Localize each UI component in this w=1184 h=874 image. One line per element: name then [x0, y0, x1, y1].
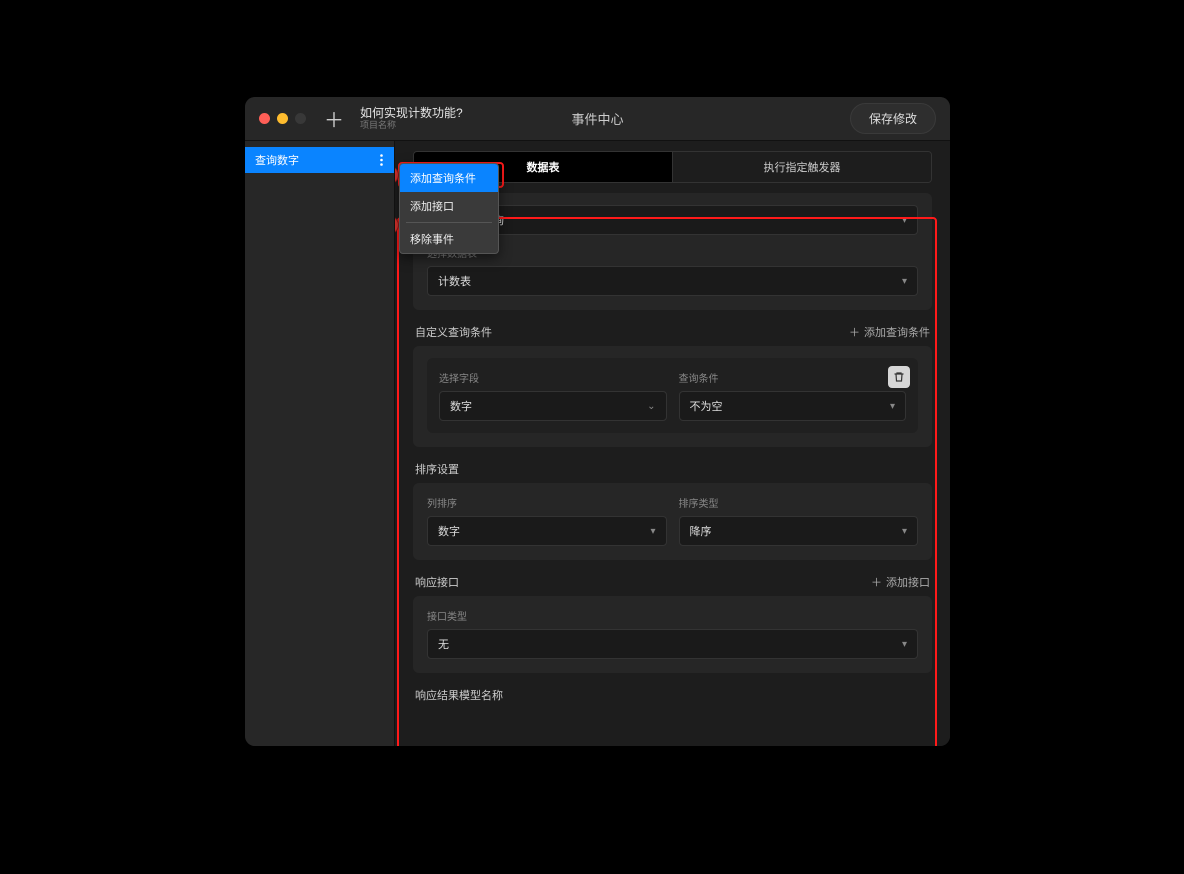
- query-panel: 选择字段 数字 ⌄ 查询条件 不为空 ▾: [413, 346, 932, 447]
- tab-label: 执行指定触发器: [764, 159, 841, 175]
- section-header: 响应接口 ＋ 添加接口: [413, 570, 932, 596]
- condition-fields: 选择字段 数字 ⌄ 查询条件 不为空 ▾: [439, 370, 906, 421]
- context-menu-remove-event[interactable]: 移除事件: [400, 225, 498, 253]
- interface-type-label: 接口类型: [427, 608, 918, 623]
- sort-type-select[interactable]: 降序 ▾: [679, 516, 919, 546]
- sort-type-label: 排序类型: [679, 495, 919, 510]
- chevron-down-icon: ▾: [902, 215, 907, 226]
- sort-fields: 列排序 数字 ▾ 排序类型 降序 ▾: [427, 495, 918, 546]
- select-value: 不为空: [690, 398, 723, 414]
- section-title: 响应结果模型名称: [415, 687, 503, 703]
- fullscreen-window-icon[interactable]: [295, 113, 306, 124]
- datatable-label: 选择数据表: [427, 245, 918, 260]
- main-panel: 数据表 执行指定触发器 单表数据查询 ▾ 选择数据表 计数表 ▾: [395, 141, 950, 746]
- select-value: 数字: [438, 523, 460, 539]
- plus-icon: ＋: [849, 324, 860, 340]
- ctx-label: 移除事件: [410, 234, 454, 246]
- chevron-down-icon: ▾: [890, 401, 895, 412]
- context-menu: 添加查询条件 添加接口 移除事件: [399, 163, 499, 254]
- app-window: ＋ 如何实现计数功能? 项目名称 事件中心 保存修改 查询数字 数据表: [245, 97, 950, 746]
- ctx-label: 添加接口: [410, 201, 454, 213]
- select-value: 计数表: [438, 273, 471, 289]
- field-select[interactable]: 数字 ⌄: [439, 391, 667, 421]
- datatable-select[interactable]: 计数表 ▾: [427, 266, 918, 296]
- section-title: 自定义查询条件: [415, 324, 492, 340]
- section-header: 响应结果模型名称: [413, 683, 932, 709]
- section-header: 排序设置: [413, 457, 932, 483]
- sidebar-item-label: 查询数字: [255, 152, 299, 168]
- add-label: 添加接口: [886, 574, 930, 590]
- chevron-down-icon: ⌄: [647, 401, 655, 412]
- plus-icon: ＋: [871, 574, 882, 590]
- query-condition-row: 选择字段 数字 ⌄ 查询条件 不为空 ▾: [427, 358, 918, 433]
- title-stack: 如何实现计数功能? 项目名称: [360, 106, 463, 131]
- sort-column-select[interactable]: 数字 ▾: [427, 516, 667, 546]
- minimize-window-icon[interactable]: [277, 113, 288, 124]
- sort-panel: 列排序 数字 ▾ 排序类型 降序 ▾: [413, 483, 932, 560]
- body: 查询数字 数据表 执行指定触发器 单表数据查询: [245, 141, 950, 746]
- select-value: 降序: [690, 523, 712, 539]
- add-label: 添加查询条件: [864, 324, 930, 340]
- section-title: 响应接口: [415, 574, 459, 590]
- interface-type-select[interactable]: 无 ▾: [427, 629, 918, 659]
- context-menu-separator: [406, 222, 492, 223]
- project-title: 如何实现计数功能?: [360, 106, 463, 120]
- field-label: 选择字段: [439, 370, 667, 385]
- more-icon[interactable]: [374, 153, 388, 167]
- section-title: 排序设置: [415, 461, 459, 477]
- titlebar: ＋ 如何实现计数功能? 项目名称 事件中心 保存修改: [245, 97, 950, 141]
- sidebar: 查询数字: [245, 141, 395, 746]
- window-title: 事件中心: [245, 109, 950, 128]
- delete-condition-button[interactable]: [888, 366, 910, 388]
- traffic-lights: [259, 113, 306, 124]
- add-query-condition-button[interactable]: ＋ 添加查询条件: [849, 324, 930, 340]
- close-window-icon[interactable]: [259, 113, 270, 124]
- chevron-down-icon: ▾: [902, 276, 907, 287]
- chevron-down-icon: ▾: [650, 526, 655, 537]
- section-result-model: 响应结果模型名称: [413, 683, 932, 709]
- condition-select[interactable]: 不为空 ▾: [679, 391, 907, 421]
- ctx-label: 添加查询条件: [410, 173, 476, 185]
- select-value: 数字: [450, 398, 472, 414]
- query-type-select[interactable]: 单表数据查询 ▾: [427, 205, 918, 235]
- section-response: 响应接口 ＋ 添加接口 接口类型 无 ▾: [413, 570, 932, 673]
- context-menu-add-interface[interactable]: 添加接口: [400, 192, 498, 220]
- project-subtitle: 项目名称: [360, 120, 463, 131]
- sidebar-item-query-number[interactable]: 查询数字: [245, 147, 394, 173]
- select-value: 无: [438, 636, 449, 652]
- response-panel: 接口类型 无 ▾: [413, 596, 932, 673]
- save-button[interactable]: 保存修改: [850, 103, 936, 134]
- sort-col-label: 列排序: [427, 495, 667, 510]
- add-event-button[interactable]: ＋: [322, 107, 346, 131]
- condition-label: 查询条件: [679, 370, 907, 385]
- chevron-down-icon: ▾: [902, 526, 907, 537]
- section-header: 自定义查询条件 ＋ 添加查询条件: [413, 320, 932, 346]
- tab-label: 数据表: [527, 159, 560, 175]
- section-sort: 排序设置 列排序 数字 ▾ 排序类型: [413, 457, 932, 560]
- tab-trigger[interactable]: 执行指定触发器: [672, 152, 931, 182]
- section-query-conditions: 自定义查询条件 ＋ 添加查询条件 选择字段: [413, 320, 932, 447]
- add-interface-button[interactable]: ＋ 添加接口: [871, 574, 930, 590]
- chevron-down-icon: ▾: [902, 639, 907, 650]
- context-menu-add-query-condition[interactable]: 添加查询条件: [400, 164, 498, 192]
